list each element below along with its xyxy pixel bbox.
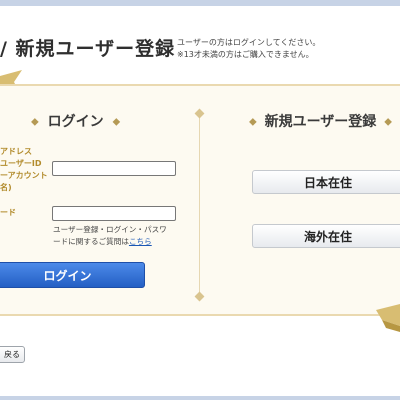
diamond-ornament-icon: ◆ <box>112 116 121 128</box>
help-text: ユーザー登録・ログイン・パスワードに関するご質問はこちら <box>53 224 173 248</box>
diamond-ornament-icon: ◆ <box>384 116 392 128</box>
label-line: ユーザーID <box>0 159 42 168</box>
header-note: ユーザーの方はログインしてください。 ※13才未満の方はご購入できません。 <box>177 37 320 61</box>
help-link[interactable]: こちら <box>129 237 152 246</box>
email-field[interactable] <box>52 161 176 176</box>
japan-resident-button[interactable]: 日本在住 <box>252 170 400 194</box>
gold-ribbon-right <box>376 304 400 332</box>
login-heading-text: ログイン <box>47 114 104 130</box>
label-line: ーアカウント <box>0 171 48 180</box>
page-title: / 新規ユーザー登録 <box>0 38 176 60</box>
email-field-label: アドレス ユーザーID ーアカウント 名) <box>0 146 48 194</box>
top-bar <box>0 0 400 6</box>
diamond-ornament-icon: ◆ <box>249 116 257 128</box>
label-line: 名) <box>0 183 12 192</box>
register-heading-text: 新規ユーザー登録 <box>264 114 377 130</box>
login-button[interactable]: ログイン <box>0 262 145 288</box>
back-button[interactable]: 戻る <box>0 346 25 363</box>
bottom-bar <box>0 396 400 400</box>
header-note-line: ※13才未満の方はご購入できません。 <box>177 50 314 59</box>
overseas-resident-button[interactable]: 海外在住 <box>252 224 400 248</box>
diamond-ornament-icon: ◆ <box>31 116 39 128</box>
label-line: アドレス <box>0 147 32 156</box>
login-heading: ◆ ログイン ◆ <box>31 111 120 131</box>
header-note-line: ユーザーの方はログインしてください。 <box>177 38 321 47</box>
register-heading: ◆ 新規ユーザー登録 ◆ <box>249 111 392 131</box>
password-field-label: ード <box>0 208 16 217</box>
section-divider <box>199 110 200 300</box>
password-field[interactable] <box>52 206 176 221</box>
